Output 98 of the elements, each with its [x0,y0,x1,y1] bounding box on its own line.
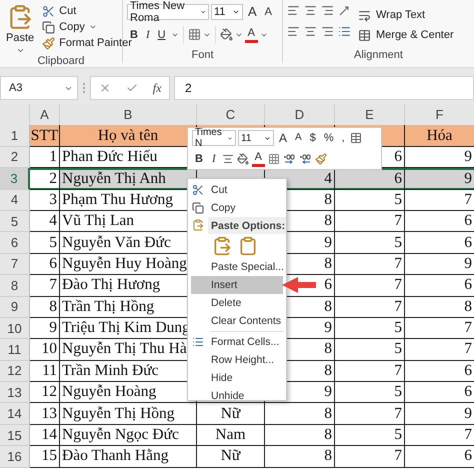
table-cell: 8 [30,296,60,318]
table-cell: 15 [30,446,60,468]
table-cell: 1 [30,146,60,168]
underline-button[interactable]: U [154,28,169,42]
table-cell: 11 [30,360,60,382]
column-header[interactable]: F [405,104,474,126]
table-cell: 6 [335,168,405,190]
table-cell: 6 [30,254,60,276]
comma-button[interactable]: , [338,131,348,145]
bold-button[interactable]: B [127,28,141,42]
row-header[interactable]: 13 [0,382,30,404]
font-color-button[interactable]: A [252,150,265,167]
table-cell: Họ và tên [60,125,197,147]
table-cell: 7 [335,403,405,425]
row-header[interactable]: 2 [0,146,30,168]
italic-button[interactable]: I [208,152,219,166]
table-cell: 5 [30,232,60,254]
column-header[interactable]: D [265,104,335,126]
table-cell: 13 [30,403,60,425]
table-cell: Nguyễn Thị Anh [60,168,197,190]
table-cell: 9 [405,254,474,276]
shrink-font-button[interactable]: A [262,5,276,19]
group-label: Clipboard [36,55,86,69]
table-cell: 7 [335,296,405,318]
row-header[interactable]: 12 [0,360,30,382]
table-cell: 7 [405,190,474,211]
currency-button[interactable]: $ [306,131,319,145]
italic-button[interactable]: I [142,28,153,42]
table-cell: 5 [335,318,405,340]
font-size-field[interactable]: 11 [238,130,274,146]
row-header[interactable]: 9 [0,296,30,318]
table-cell: 8 [265,424,335,446]
row-header[interactable]: 6 [0,232,30,254]
row-header[interactable]: 15 [0,424,30,446]
grow-font-button[interactable]: A [245,5,260,19]
formula-field[interactable]: 2 [174,76,474,100]
table-cell: 8 [265,446,335,468]
font-name-field[interactable]: Times N [192,130,236,146]
table-cell: 7 [335,360,405,382]
table-cell: 7 [335,254,405,276]
column-header[interactable]: C [197,104,265,126]
row-header[interactable]: 7 [0,254,30,276]
table-cell: Nguyễn Ngọc Đức [60,424,197,446]
table-cell: 8 [265,403,335,425]
font-color-button[interactable]: A [244,26,258,43]
ribbon-command[interactable]: Copy [57,20,87,34]
table-cell: Nữ [197,446,265,468]
table-cell: 3 [30,190,60,211]
grow-font-button[interactable]: A [276,131,290,145]
table-cell: 14 [30,424,60,446]
table-cell: 8 [405,296,474,318]
menu-item[interactable]: Insert [191,276,283,294]
row-header[interactable]: 16 [0,446,30,468]
row-header[interactable]: 11 [0,339,30,361]
row-header[interactable]: 5 [0,210,30,232]
table-cell: 5 [335,339,405,361]
shrink-font-button[interactable]: A [292,131,305,145]
row-header[interactable]: 1 [0,125,30,147]
row-header[interactable]: 4 [0,190,30,211]
paste-button[interactable]: Paste [4,31,36,45]
column-header[interactable]: B [60,104,197,126]
table-cell: 6 [405,360,474,382]
table-cell: 10 [30,339,60,361]
percent-button[interactable]: % [320,131,337,145]
table-cell: 7 [335,446,405,468]
table-cell: Nam [197,424,265,446]
table-cell: 5 [335,232,405,254]
insert-function-button[interactable]: fx [152,80,162,96]
group-label: Alignment [353,49,404,63]
row-header[interactable]: 8 [0,275,30,297]
ribbon-command[interactable]: Wrap Text [374,8,428,22]
menu-heading: Paste Options: [208,217,286,234]
table-cell: 7 [30,275,60,297]
name-box[interactable]: A3 [0,76,78,100]
table-cell: 7 [335,275,405,297]
table-cell: 2 [30,168,60,190]
row-header[interactable]: 3 [0,168,30,190]
table-cell: 9 [30,318,60,340]
group-label: Font [190,49,214,63]
table-cell: Nguyễn Thị Hồng [60,403,197,425]
ribbon-command[interactable]: Merge & Center [374,28,456,42]
table-cell: Hóa [405,125,474,147]
ribbon-command[interactable]: Cut [57,4,78,18]
table-cell: Nữ [197,403,265,425]
row-header[interactable]: 10 [0,318,30,340]
table-cell: 9 [405,168,474,190]
column-header[interactable]: A [30,104,60,126]
table-cell: 5 [335,190,405,211]
column-header[interactable]: E [335,104,405,126]
row-header[interactable]: 14 [0,403,30,425]
table-cell: 4 [30,210,60,232]
table-cell: STT [30,125,60,147]
table-cell: Đào Thanh Hằng [60,446,197,468]
table-cell: 7 [335,210,405,232]
font-size-field[interactable]: 11 [211,4,243,20]
table-cell: 5 [335,382,405,404]
table-cell: 12 [30,382,60,404]
table-cell: 5 [335,424,405,446]
